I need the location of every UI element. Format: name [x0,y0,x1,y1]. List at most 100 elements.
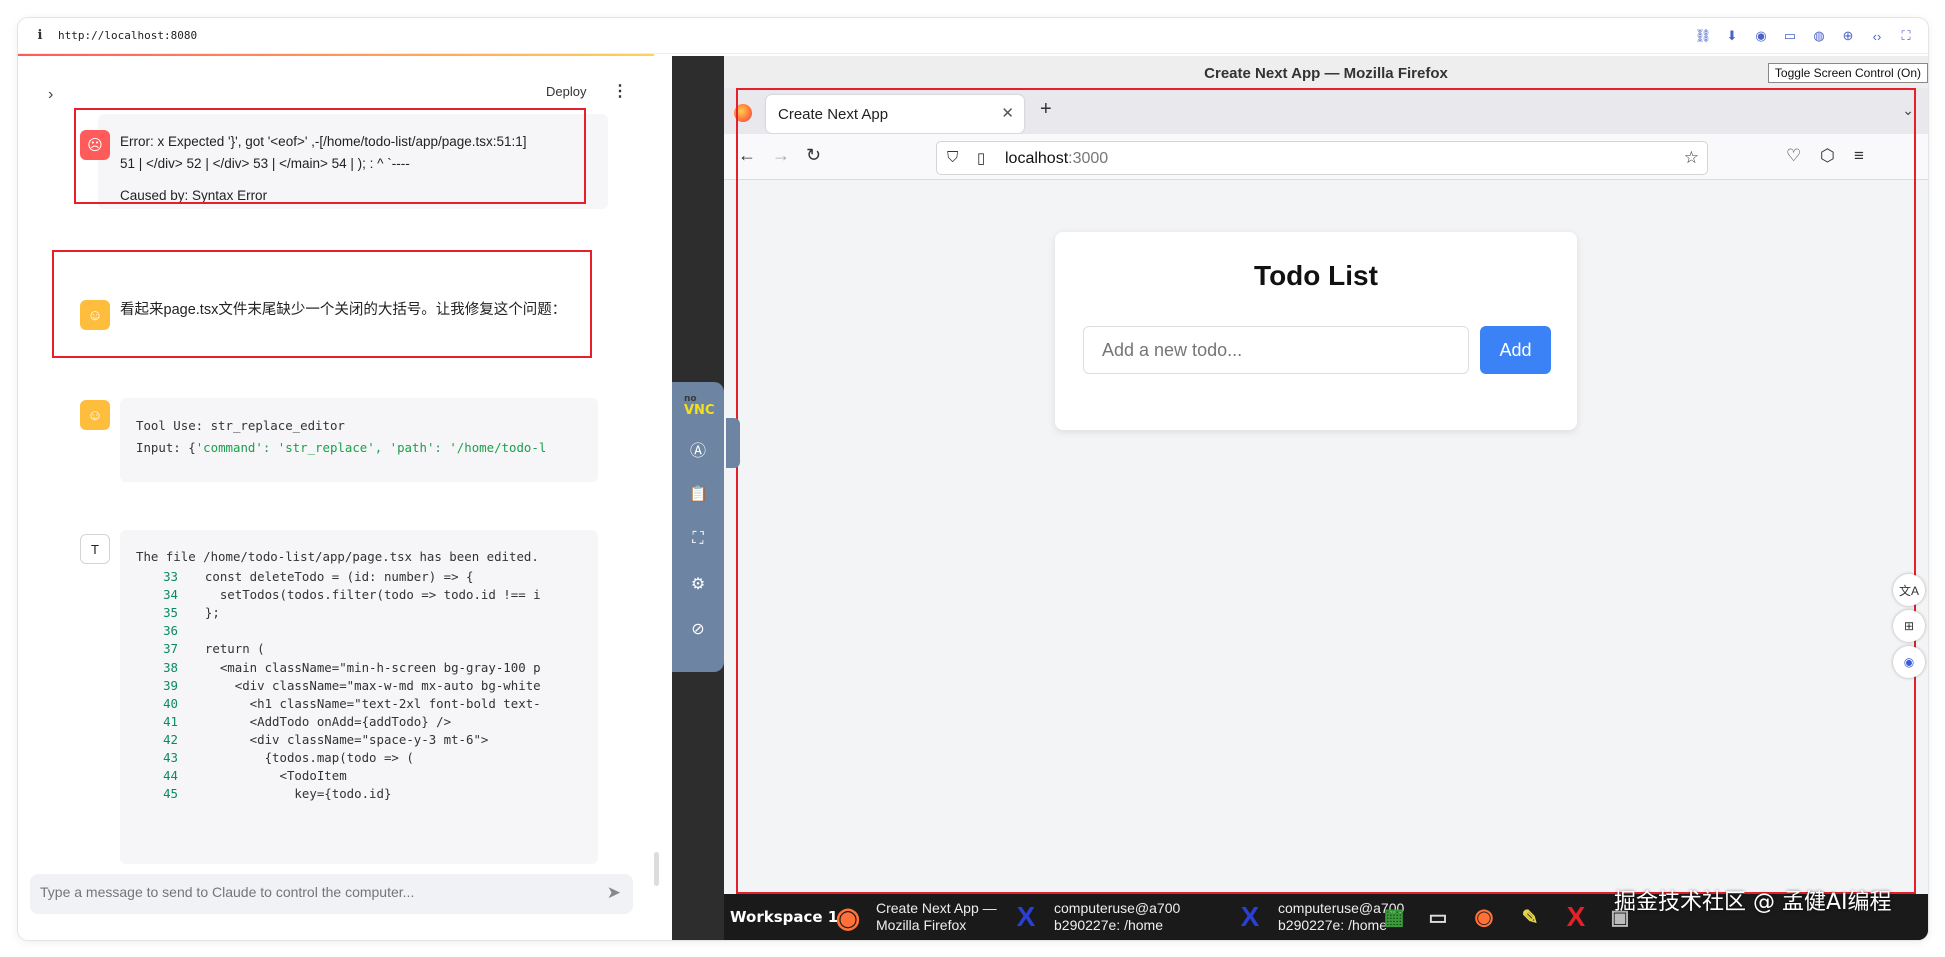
firefox-task-icon[interactable]: ◉ [828,897,868,937]
browser-top-bar: i http://localhost:8080 ⛓ ⬇ ◉ ▭ ◍ ⊕ ‹› ⛶ [18,18,1928,54]
line-number: 45 [163,786,178,802]
line-number: 34 [163,587,178,603]
code-line: 35 }; [136,604,596,622]
more-menu-icon[interactable]: ⋮ [612,81,628,101]
tool-use-label: Tool Use: str_replace_editor [136,418,345,433]
toggle-screen-control-button[interactable]: Toggle Screen Control (On) [1767,63,1928,83]
clipboard-icon[interactable]: 📋 [683,479,713,509]
terminal-1-title: computeruse@a700 [1054,900,1181,916]
code-line: 43 {todos.map(todo => ( [136,749,596,767]
xterm-icon[interactable]: X [1230,897,1270,937]
resize-handle[interactable] [654,852,659,886]
tool-result-avatar-icon: T [80,534,110,564]
novnc-logo: no VNC [684,392,715,418]
disconnect-icon[interactable]: ⊘ [683,614,713,644]
line-number: 42 [163,731,178,747]
target-icon[interactable]: ⊕ [1838,26,1858,46]
line-number: 35 [163,605,178,621]
code-line: 42 <div className="space-y-3 mt-6"> [136,731,596,749]
firefox-task-title: Create Next App — [876,900,997,916]
x-launcher-icon[interactable]: X [1556,897,1596,937]
code-line: 37 return ( [136,640,596,658]
code-text: <div className="space-y-3 mt-6"> [190,731,489,747]
code-text: {todos.map(todo => ( [190,750,414,765]
code-text: return ( [190,641,265,657]
camera-icon[interactable]: ◉ [1751,26,1771,46]
tool-input-line: Input: {'command': 'str_replace', 'path'… [136,437,596,459]
code-line: 41 <AddTodo onAdd={addTodo} /> [136,713,596,731]
spreadsheet-icon[interactable]: ▦ [1374,897,1414,937]
code-line: 34 setTodos(todos.filter(todo => todo.id… [136,586,596,604]
firefox-launcher-icon[interactable]: ◉ [1464,897,1504,937]
terminal-taskbar-item-1[interactable]: computeruse@a700 b290227e: /home [1054,900,1180,934]
terminal-1-subtitle: b290227e: /home [1054,917,1163,933]
firefox-taskbar-item[interactable]: Create Next App — Mozilla Firefox [876,900,997,934]
tool-input-args: 'command': 'str_replace', 'path': '/home… [195,440,547,455]
code-line: 36 [136,622,596,640]
novnc-logo-bottom: VNC [684,403,715,418]
editor-launcher-icon[interactable]: ✎ [1510,897,1550,937]
chat-input-box[interactable]: ➤ [30,874,633,914]
line-number: 40 [163,695,178,711]
line-number: 36 [163,623,178,639]
tool-result-header: The file /home/todo-list/app/page.tsx ha… [136,549,539,564]
terminal-icon[interactable]: ▭ [1780,26,1800,46]
code-line: 44 <TodoItem [136,767,596,785]
screen-frame: i http://localhost:8080 ⛓ ⬇ ◉ ▭ ◍ ⊕ ‹› ⛶… [18,18,1928,940]
deploy-button[interactable]: Deploy [546,84,586,99]
panel-divider [654,56,672,940]
line-number: 43 [163,750,178,765]
workspace-label[interactable]: Workspace 1 [730,908,838,926]
firefox-task-subtitle: Mozilla Firefox [876,917,967,933]
chevron-right-icon[interactable]: › [48,86,53,104]
globe-icon[interactable]: ◍ [1809,26,1829,46]
assistant-bot-icon[interactable]: ◉ [1893,646,1925,678]
error-highlight-box [74,108,586,204]
fullscreen-toggle-icon[interactable]: ⛶ [683,524,713,554]
code-text: <h1 className="text-2xl font-bold text- [190,695,541,711]
code-line: 40 <h1 className="text-2xl font-bold tex… [136,695,596,713]
code-text: <TodoItem [190,768,347,784]
novnc-sidebar: no VNC Ⓐ 📋 ⛶ ⚙ ⊘ [672,382,740,672]
line-number: 33 [163,569,178,584]
link-icon[interactable]: ⛓ [1693,26,1713,46]
code-text: }; [190,605,220,621]
terminal-2-subtitle: b290227e: /home [1278,917,1387,933]
window-title: Create Next App — Mozilla Firefox [1204,65,1448,82]
chat-panel: › Deploy ⋮ ☹ Error: x Expected '}', got … [18,56,654,940]
chat-input[interactable] [40,884,580,900]
keyboard-icon[interactable]: Ⓐ [683,434,713,464]
code-text: <div className="max-w-md mx-auto bg-whit… [190,677,541,693]
line-number: 41 [163,713,178,729]
download-icon[interactable]: ⬇ [1722,26,1742,46]
settings-gear-icon[interactable]: ⚙ [683,569,713,599]
send-icon[interactable]: ➤ [607,883,621,903]
fullscreen-icon[interactable]: ⛶ [1896,26,1916,46]
firefox-highlight-box [736,88,1916,894]
window-titlebar: Create Next App — Mozilla Firefox Toggle… [724,56,1928,88]
apps-grid-icon[interactable]: ⊞ [1893,610,1925,642]
code-line: 38 <main className="min-h-screen bg-gray… [136,659,596,677]
code-line: 39 <div className="max-w-md mx-auto bg-w… [136,677,596,695]
watermark: 掘金技术社区 @ 孟健AI编程 [1614,890,1892,915]
line-number: 39 [163,677,178,693]
assistant-highlight-box [52,250,592,358]
line-number: 37 [163,641,178,657]
code-line: 45 key={todo.id} [136,785,596,803]
code-text: <main className="min-h-screen bg-gray-10… [190,659,541,675]
tool-avatar-icon: ☺ [80,400,110,430]
code-text: key={todo.id} [190,786,392,802]
sidebar-grip-handle[interactable] [726,418,740,468]
code-text: setTodos(todos.filter(todo => todo.id !=… [190,587,541,603]
toolbar-icons: ⛓ ⬇ ◉ ▭ ◍ ⊕ ‹› ⛶ [1693,26,1916,46]
vnc-viewer[interactable]: Create Next App — Mozilla Firefox Toggle… [672,56,1928,940]
line-number: 44 [163,768,178,784]
tool-input-prefix: Input: { [136,440,196,455]
line-number: 38 [163,659,178,675]
page-url: http://localhost:8080 [58,29,198,42]
terminal-launcher-icon[interactable]: ▭ [1418,897,1458,937]
translate-icon[interactable]: 文A [1893,574,1925,606]
code-icon[interactable]: ‹› [1867,26,1887,46]
xterm-icon[interactable]: X [1006,897,1046,937]
info-icon[interactable]: i [32,28,48,43]
